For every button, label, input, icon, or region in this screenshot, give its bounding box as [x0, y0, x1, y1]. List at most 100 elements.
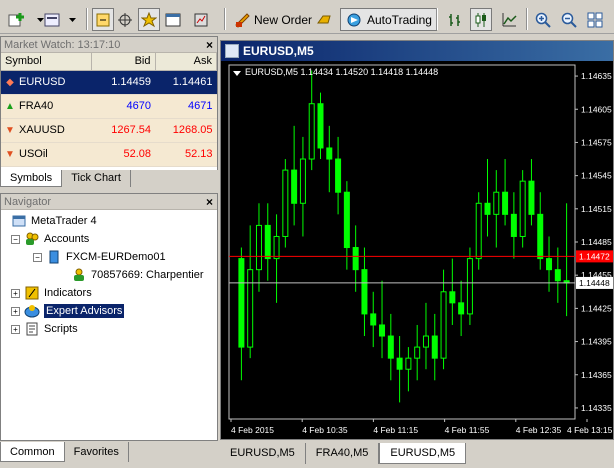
price-tick-label: 1.14395	[581, 337, 612, 347]
price-tick-label: 1.14425	[581, 303, 612, 313]
tree-node-scripts[interactable]: + Scripts	[11, 320, 78, 338]
autotrading-icon	[347, 13, 361, 26]
line-chart-icon[interactable]	[498, 8, 520, 31]
candle-body	[299, 158, 306, 204]
candle-body	[291, 169, 298, 204]
time-tick-label: 4 Feb 12:35	[516, 425, 562, 435]
column-header-ask[interactable]: Ask	[155, 53, 217, 71]
candle-body	[554, 269, 561, 282]
candle-body	[361, 269, 368, 315]
tab-chart-eurusd-active[interactable]: EURUSD,M5	[379, 443, 467, 464]
price-tick-label: 1.14335	[581, 403, 612, 413]
ask-cell: 1268.05	[155, 118, 217, 143]
candle-body	[273, 235, 280, 260]
table-row[interactable]: ▼ USOil 52.08 52.13	[1, 142, 217, 167]
close-icon[interactable]: ×	[206, 37, 213, 53]
time-tick-label: 4 Feb 13:15	[567, 425, 613, 435]
tab-favorites[interactable]: Favorites	[65, 442, 129, 462]
profiles-icon[interactable]	[42, 8, 64, 31]
expand-icon[interactable]: +	[11, 324, 20, 334]
ask-cell: 1.14461	[155, 70, 217, 95]
market-watch-title: Market Watch: 13:17:10 ×	[1, 37, 217, 53]
candle-body	[493, 191, 500, 215]
candle-body	[537, 213, 544, 260]
zoom-in-icon[interactable]	[532, 8, 554, 31]
candle-body	[352, 247, 359, 271]
tile-windows-icon[interactable]	[584, 8, 606, 31]
toolbar-separator	[224, 8, 226, 30]
collapse-icon[interactable]: −	[33, 252, 42, 262]
chart-window-icon	[225, 44, 239, 58]
zoom-out-icon[interactable]	[558, 8, 580, 31]
price-tick-label: 1.14575	[581, 137, 612, 147]
collapse-icon[interactable]: −	[11, 234, 20, 244]
market-watch-toggle-icon[interactable]	[92, 8, 114, 31]
candle-body	[396, 357, 403, 370]
navigator-title: Navigator ×	[1, 194, 217, 210]
tree-node-server[interactable]: − FXCM-EURDemo01	[33, 248, 166, 266]
toolbar-separator	[526, 8, 528, 30]
indicators-icon	[24, 285, 40, 301]
column-header-bid[interactable]: Bid	[91, 53, 156, 71]
bid-price-label: 1.14472	[579, 251, 610, 261]
tree-node-root[interactable]: MetaTrader 4	[11, 212, 97, 230]
tree-node-expert-advisors[interactable]: + Expert Advisors	[11, 302, 125, 320]
price-tick-label: 1.14485	[581, 237, 612, 247]
crosshair-icon[interactable]	[114, 8, 136, 31]
candle-body	[405, 357, 412, 370]
new-order-icon	[235, 12, 250, 28]
tab-chart-fra40[interactable]: FRA40,M5	[306, 443, 380, 464]
expand-icon[interactable]: +	[11, 288, 20, 298]
tree-node-indicators[interactable]: + Indicators	[11, 284, 92, 302]
price-chart[interactable]: 1.144721.14448 1.146351.146051.145751.14…	[221, 61, 613, 439]
candle-body	[528, 180, 535, 215]
navigator-tabs: Common Favorites	[0, 442, 218, 464]
candle-body	[255, 224, 262, 271]
price-tick-label: 1.14455	[581, 270, 612, 280]
toolbar-separator	[436, 8, 438, 30]
symbol-cell: ▼ USOil	[1, 142, 91, 167]
candle-body	[440, 291, 447, 359]
candlesticks-icon[interactable]	[470, 8, 492, 31]
chart-info-dropdown-icon[interactable]	[233, 71, 241, 76]
dropdown-arrow-icon[interactable]	[62, 8, 84, 31]
table-row[interactable]: ▲ FRA40 4670 4671	[1, 94, 217, 119]
candle-body	[343, 191, 350, 249]
tab-chart-eurusd[interactable]: EURUSD,M5	[220, 443, 306, 464]
price-tick-label: 1.14605	[581, 104, 612, 114]
tab-tick-chart[interactable]: Tick Chart	[62, 170, 131, 187]
chart-info-label: EURUSD,M5 1.14434 1.14520 1.14418 1.1444…	[245, 67, 438, 77]
column-header-symbol[interactable]: Symbol	[1, 53, 92, 71]
candle-body	[484, 202, 491, 215]
tree-node-account[interactable]: 70857669: Charpentier	[71, 266, 204, 284]
gold-bars-icon[interactable]	[314, 8, 336, 31]
terminal-toggle-icon[interactable]	[162, 8, 184, 31]
candle-body	[379, 324, 386, 337]
price-tick-label: 1.14365	[581, 370, 612, 380]
new-order-button[interactable]: New Order	[230, 8, 316, 31]
candle-body	[510, 213, 517, 237]
expand-icon[interactable]: +	[11, 306, 20, 316]
candle-body	[326, 147, 333, 160]
candle-body	[247, 269, 254, 348]
bar-chart-icon[interactable]	[444, 8, 466, 31]
tester-toggle-icon[interactable]	[190, 8, 212, 31]
expert-advisors-icon	[24, 303, 40, 319]
table-row[interactable]: ▼ XAUUSD 1267.54 1268.05	[1, 118, 217, 143]
tab-common[interactable]: Common	[0, 442, 65, 462]
tab-symbols[interactable]: Symbols	[0, 170, 63, 187]
close-icon[interactable]: ×	[206, 194, 213, 210]
navigator-toggle-icon[interactable]	[138, 8, 160, 31]
autotrading-button[interactable]: AutoTrading	[340, 8, 437, 31]
new-chart-icon[interactable]	[6, 8, 28, 31]
accounts-icon	[24, 231, 40, 247]
tree-node-accounts[interactable]: − Accounts	[11, 230, 89, 248]
candle-body	[264, 224, 271, 260]
time-tick-label: 4 Feb 11:15	[373, 425, 418, 435]
navigator-panel: Navigator × MetaTrader 4 − Accounts − FX…	[0, 193, 218, 441]
candle-body	[308, 103, 315, 160]
chart-window[interactable]: EURUSD,M5 1.14472 1.14448 1.14635 1.14605 1…	[220, 40, 614, 440]
candle-body	[282, 169, 289, 237]
table-row[interactable]: ◆ EURUSD 1.14459 1.14461	[1, 70, 217, 95]
candle-body	[431, 335, 438, 359]
